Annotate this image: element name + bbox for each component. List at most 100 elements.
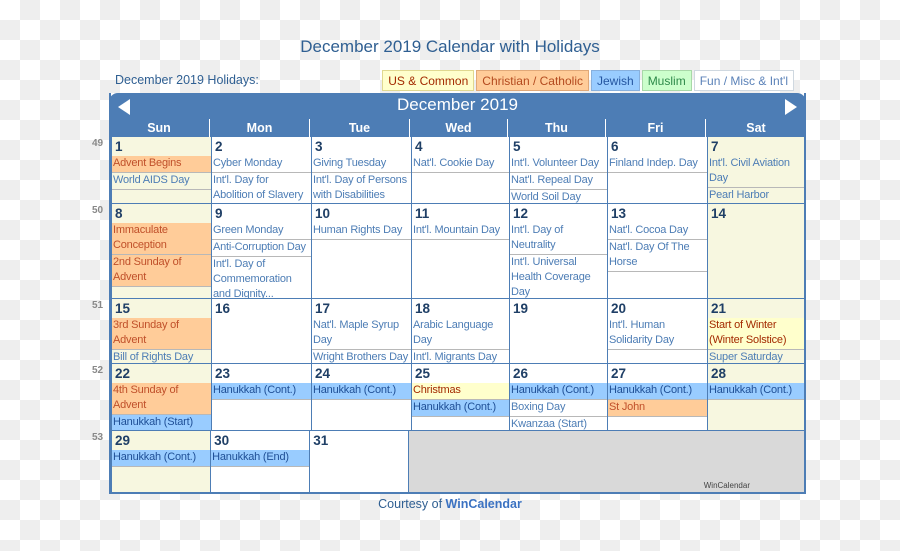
holiday-event[interactable]: 4th Sunday of Advent — [112, 383, 211, 415]
day-cell[interactable]: 12 Int'l. Day of Neutrality Int'l. Univers… — [509, 204, 607, 298]
legend-jewish[interactable]: Jewish — [591, 70, 640, 91]
day-cell[interactable]: 25 Christmas Hanukkah (Cont.) — [411, 364, 509, 430]
day-cell[interactable]: 2 Cyber Monday Int'l. Day for Abolition of… — [211, 137, 311, 203]
holiday-event[interactable]: World Soil Day — [510, 190, 607, 203]
holiday-event[interactable]: Hanukkah (Start) — [112, 415, 211, 430]
day-cell[interactable]: 27 Hanukkah (Cont.) St John — [607, 364, 707, 430]
day-number: 5 — [513, 139, 521, 154]
holiday-event[interactable]: Int'l. Migrants Day — [412, 350, 509, 363]
day-number: 13 — [611, 206, 627, 221]
holiday-event[interactable]: Super Saturday — [708, 350, 804, 363]
holiday-event[interactable]: Int'l. Universal Health Coverage Day — [510, 255, 607, 298]
day-cell[interactable]: 21 Start of Winter (Winter Solstice) Super… — [707, 299, 804, 363]
day-cell[interactable]: 17 Nat'l. Maple Syrup Day Wright Brothers … — [311, 299, 411, 363]
holiday-event[interactable]: Hanukkah (Cont.) — [708, 383, 804, 400]
day-cell[interactable]: 23 Hanukkah (Cont.) — [211, 364, 311, 430]
day-cell[interactable]: 26 Hanukkah (Cont.) Boxing Day Kwanzaa (Sta… — [509, 364, 607, 430]
day-number: 11 — [415, 206, 430, 221]
holiday-event[interactable]: Nat'l. Cookie Day — [412, 156, 509, 173]
day-cell[interactable]: 24 Hanukkah (Cont.) — [311, 364, 411, 430]
holiday-event[interactable]: Hanukkah (Cont.) — [112, 450, 211, 467]
holiday-event[interactable]: Nat'l. Day Of The Horse — [608, 240, 707, 272]
holiday-event[interactable]: Boxing Day — [510, 400, 607, 417]
day-cell[interactable]: 9 Green Monday Anti-Corruption Day Int'l. D… — [211, 204, 311, 298]
holiday-event[interactable]: Pearl Harbor Remembrance — [708, 188, 804, 203]
day-cell[interactable]: 22 4th Sunday of Advent Hanukkah (Start) — [111, 364, 211, 430]
week-number: 52 — [92, 365, 104, 376]
holiday-event[interactable]: Int'l. Day of Neutrality — [510, 223, 607, 255]
holiday-event[interactable]: Human Rights Day — [312, 223, 411, 240]
day-number: 31 — [313, 433, 329, 448]
wincalendar-link[interactable]: WinCalendar — [446, 497, 522, 511]
holiday-event[interactable]: Christmas — [412, 383, 509, 400]
holiday-event[interactable]: Giving Tuesday — [312, 156, 411, 173]
holiday-event[interactable]: Int'l. Day of Persons with Disabilities — [312, 173, 411, 203]
weekday-wed: Wed — [409, 119, 507, 137]
legend-christian-catholic[interactable]: Christian / Catholic — [476, 70, 589, 91]
day-cell[interactable]: 11 Int'l. Mountain Day — [411, 204, 509, 298]
day-cell[interactable]: 3 Giving Tuesday Int'l. Day of Persons wit… — [311, 137, 411, 203]
day-cell[interactable]: 1 Advent Begins World AIDS Day — [111, 137, 211, 203]
day-cell[interactable]: 5 Int'l. Volunteer Day Nat'l. Repeal Day Wo… — [509, 137, 607, 203]
day-cell[interactable]: 30 Hanukkah (End) — [210, 431, 310, 492]
day-cell[interactable]: 13 Nat'l. Cocoa Day Nat'l. Day Of The Hors… — [607, 204, 707, 298]
holiday-event[interactable]: Wright Brothers Day — [312, 350, 411, 363]
legend-muslim[interactable]: Muslim — [641, 70, 692, 91]
holiday-event[interactable]: Finland Indep. Day — [608, 156, 707, 173]
weekday-sun: Sun — [147, 121, 171, 135]
holiday-event[interactable]: Cyber Monday — [212, 156, 311, 173]
holiday-event[interactable]: Green Monday — [212, 223, 311, 240]
holiday-event[interactable]: Hanukkah (End) — [211, 450, 310, 467]
holiday-event[interactable]: World AIDS Day — [112, 173, 211, 190]
holiday-event[interactable]: Immaculate Conception — [112, 223, 211, 255]
holiday-event[interactable]: Int'l. Human Solidarity Day — [608, 318, 707, 350]
holiday-event[interactable]: Int'l. Day of Commemoration and Dignity.… — [212, 257, 311, 298]
day-cell[interactable]: 19 — [509, 299, 607, 363]
day-cell[interactable]: 8 Immaculate Conception 2nd Sunday of Adve… — [111, 204, 211, 298]
holiday-event[interactable]: Kwanzaa (Start) — [510, 417, 607, 430]
holiday-event[interactable]: 2nd Sunday of Advent — [112, 255, 211, 287]
holiday-event[interactable]: Hanukkah (Cont.) — [212, 383, 311, 400]
day-number: 10 — [315, 206, 331, 221]
holiday-event[interactable]: St John — [608, 400, 707, 417]
day-cell[interactable]: 6 Finland Indep. Day — [607, 137, 707, 203]
day-number: 25 — [415, 366, 431, 381]
legend-fun-misc-intl[interactable]: Fun / Misc & Int'l — [693, 70, 794, 91]
holiday-event[interactable]: Hanukkah (Cont.) — [510, 383, 607, 400]
holiday-event[interactable]: Nat'l. Cocoa Day — [608, 223, 707, 240]
day-number: 30 — [214, 433, 230, 448]
day-cell[interactable]: 18 Arabic Language Day Int'l. Migrants Day — [411, 299, 509, 363]
holiday-event[interactable]: Hanukkah (Cont.) — [412, 400, 509, 417]
calendar: December 2019 Sun Mon Tue Wed Thu Fri Sa… — [92, 93, 806, 494]
day-cell[interactable]: 4 Nat'l. Cookie Day — [411, 137, 509, 203]
day-cell[interactable]: 14 — [707, 204, 804, 298]
day-cell[interactable]: 10 Human Rights Day — [311, 204, 411, 298]
courtesy-line: Courtesy of WinCalendar — [0, 497, 900, 511]
holiday-event[interactable]: Int'l. Mountain Day — [412, 223, 509, 240]
holiday-event[interactable]: Hanukkah (Cont.) — [312, 383, 411, 400]
day-cell[interactable]: 7 Int'l. Civil Aviation DayPearl Harbor R… — [707, 137, 804, 203]
holiday-event[interactable]: Advent Begins — [112, 156, 211, 173]
holiday-event[interactable]: Nat'l. Repeal Day — [510, 173, 607, 190]
holiday-event[interactable]: Anti-Corruption Day — [212, 240, 311, 257]
legend-us-common[interactable]: US & Common — [382, 70, 475, 91]
holiday-event[interactable]: Arabic Language Day — [412, 318, 509, 350]
holiday-event[interactable]: Hanukkah (Cont.) — [608, 383, 707, 400]
holiday-event[interactable]: Int'l. Civil Aviation Day — [708, 156, 804, 188]
day-cell[interactable]: 20 Int'l. Human Solidarity Day — [607, 299, 707, 363]
day-cell[interactable]: 16 — [211, 299, 311, 363]
day-cell[interactable]: 15 3rd Sunday of Advent Bill of Rights Day — [111, 299, 211, 363]
courtesy-prefix: Courtesy of — [378, 497, 446, 511]
holiday-event[interactable]: Nat'l. Maple Syrup Day — [312, 318, 411, 350]
holiday-event[interactable]: Int'l. Day for Abolition of Slavery — [212, 173, 311, 203]
day-cell[interactable]: 29 Hanukkah (Cont.) — [111, 431, 211, 492]
day-cell[interactable]: 28 Hanukkah (Cont.) — [707, 364, 804, 430]
holiday-event[interactable]: 3rd Sunday of Advent — [112, 318, 211, 350]
day-cell[interactable]: 31 — [309, 431, 409, 492]
holiday-event[interactable]: Bill of Rights Day — [112, 350, 211, 363]
holiday-event[interactable]: Int'l. Volunteer Day — [510, 156, 607, 173]
day-number: 3 — [315, 139, 323, 154]
day-number: 29 — [115, 433, 131, 448]
holiday-event[interactable]: Start of Winter (Winter Solstice) — [708, 318, 804, 350]
next-month-arrow-icon[interactable] — [785, 99, 797, 115]
